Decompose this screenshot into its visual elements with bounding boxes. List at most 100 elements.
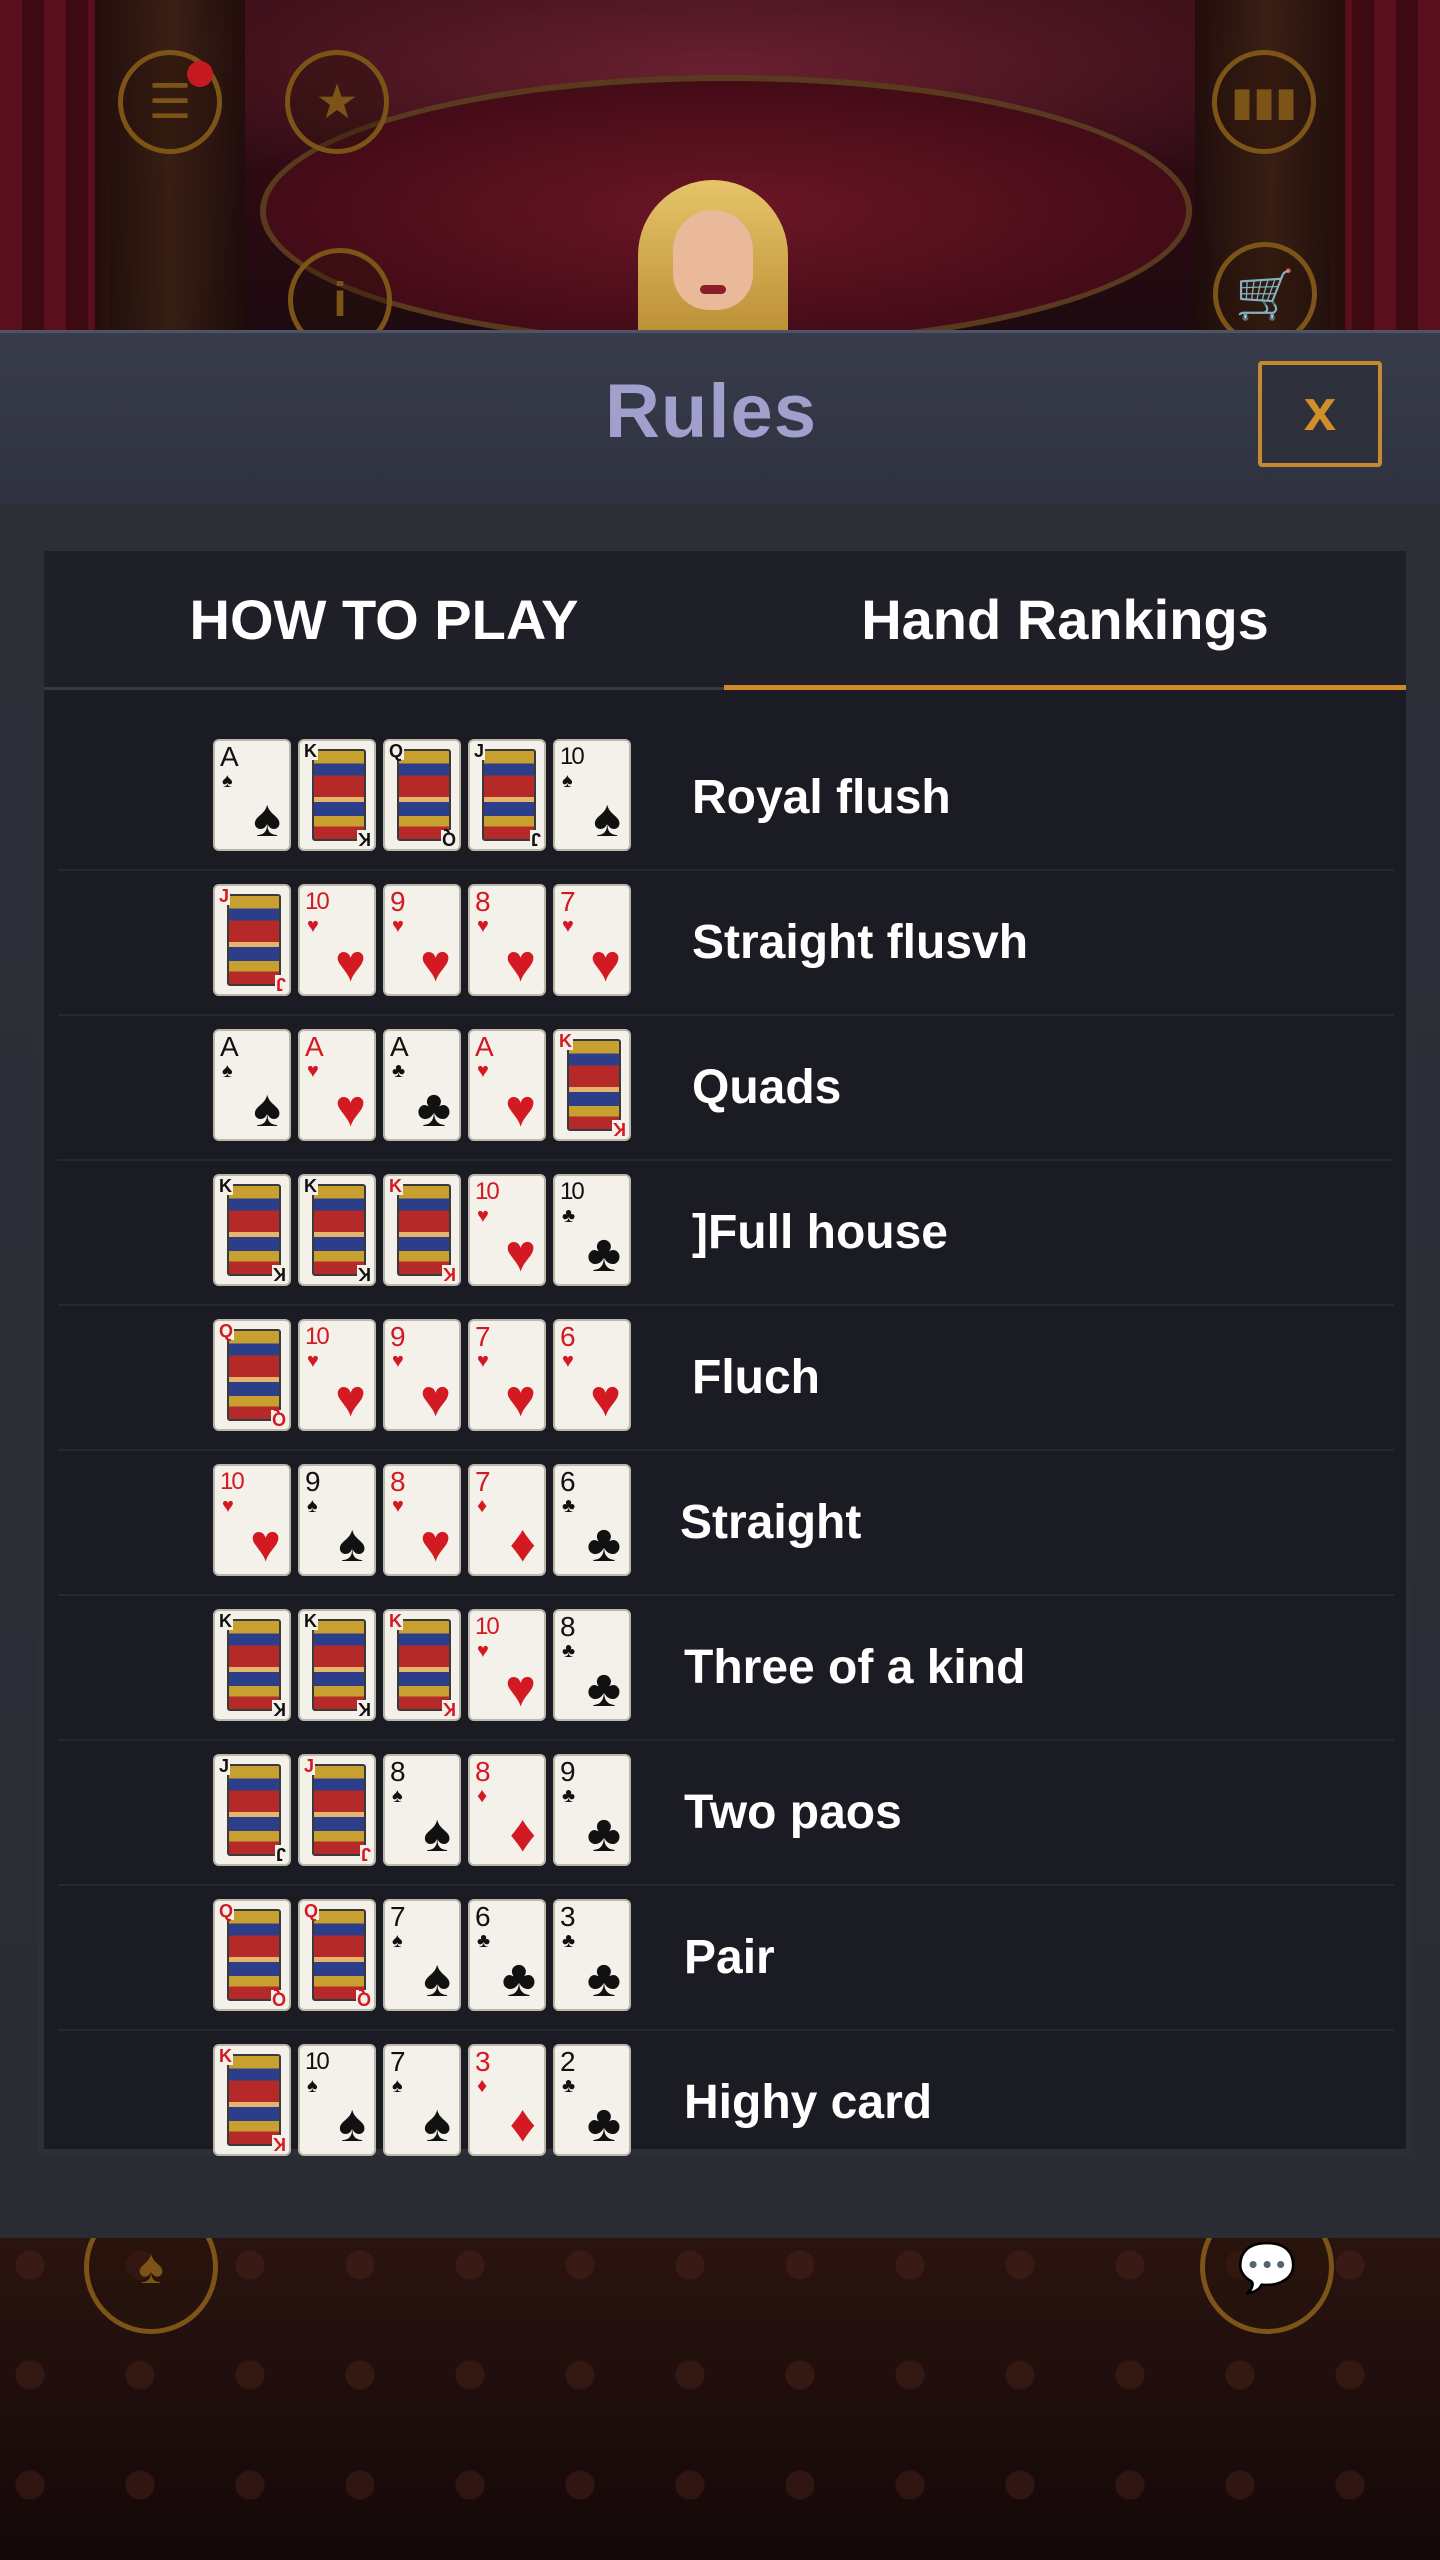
card-suit-icon: ♥ [505,1080,536,1138]
playing-card: 10 ♠ ♠ [553,739,631,851]
face-card-portrait [397,1619,451,1711]
playing-card: JJ [468,739,546,851]
face-card-portrait [312,1764,366,1856]
card-suit-icon: ♥ [505,1660,536,1718]
playing-card: 3 ♣ ♣ [553,1899,631,2011]
card-suit-small: ♠ [392,1930,403,1952]
card-rank: A [475,1031,494,1062]
hand-row: J J J J 8 ♠ ♠ 8 ♦ ♦ 9 ♣ ♣ Two paos [58,1741,1394,1886]
card-suit-small: ♥ [562,915,574,937]
playing-card: 7 ♥ ♥ [553,884,631,996]
close-button[interactable]: x [1258,361,1382,467]
card-rank: K [218,1176,233,1196]
card-suit-icon: ♣ [586,1950,621,2008]
card-rank: 10 [305,2048,330,2075]
card-rank: 8 [390,1466,406,1497]
playing-card: 8 ♠ ♠ [383,1754,461,1866]
card-rank-bottom: K [272,2134,287,2154]
card-suit-icon: ♣ [586,1225,621,1283]
card-suit-icon: ♥ [590,935,621,993]
card-rank-bottom: K [357,1699,372,1719]
card-rank-bottom: Q [440,829,457,849]
stats-button[interactable]: ▮▮▮ [1212,50,1316,154]
cart-icon: 🛒 [1235,268,1295,322]
playing-card: 9 ♥ ♥ [383,1319,461,1431]
playing-card: KK [213,1609,291,1721]
playing-card: QQ [298,1899,376,2011]
playing-card: KK [383,1174,461,1286]
card-rank: A [220,741,239,772]
hand-name: Fluch [692,1351,820,1404]
playing-card: JJ [298,1754,376,1866]
cards-icon: ♠ [138,2240,164,2294]
card-rank-bottom: J [274,1844,287,1864]
card-suit-small: ♥ [222,1495,234,1517]
card-suit-icon: ♦ [509,1515,536,1573]
card-suit-small: ♣ [392,1060,406,1082]
playing-card: A ♠ ♠ [213,739,291,851]
playing-card: JJ [213,884,291,996]
card-suit-icon: ♣ [501,1950,536,2008]
playing-card: A ♣ ♣ [383,1029,461,1141]
card-rank-bottom: Q [270,1409,287,1429]
tab-hand-rankings[interactable]: Hand Rankings [724,551,1406,690]
card-suit-small: ♦ [477,1495,488,1517]
card-rank: K [303,741,318,761]
bookmark-button[interactable]: ★ [285,50,389,154]
playing-card: 10 ♥ ♥ [468,1609,546,1721]
playing-card: KK [213,1174,291,1286]
card-rank: K [388,1176,403,1196]
hand-cards: Q Q 10 ♥ ♥ 9 ♥ ♥ 7 ♥ ♥ 6 ♥ ♥ [213,1319,631,1435]
card-rank-bottom: K [442,1699,457,1719]
playing-card: 8 ♦ ♦ [468,1754,546,1866]
card-suit-icon: ♠ [253,790,281,848]
menu-icon: ☰ [148,76,192,129]
card-rank: 9 [390,1321,406,1352]
playing-card: 6 ♥ ♥ [553,1319,631,1431]
card-suit-small: ♥ [477,1640,489,1662]
card-suit-small: ♥ [477,1060,489,1082]
card-suit-small: ♣ [562,1930,576,1952]
card-rank: K [218,1611,233,1631]
playing-card: KK [213,2044,291,2156]
hand-row: Q Q Q Q 7 ♠ ♠ 6 ♣ ♣ 3 ♣ ♣ Pair [58,1886,1394,2031]
card-rank: Q [303,1901,320,1921]
card-rank: Q [218,1321,235,1341]
playing-card: 7 ♥ ♥ [468,1319,546,1431]
hand-name: Two paos [684,1786,902,1839]
hand-row: J J 10 ♥ ♥ 9 ♥ ♥ 8 ♥ ♥ 7 ♥ ♥ Straight flusvh [58,871,1394,1016]
card-rank: K [558,1031,573,1051]
stats-icon: ▮▮▮ [1230,80,1298,124]
card-rank-bottom: Q [355,1989,372,2009]
rules-modal: Rules x HOW TO PLAY Hand Rankings A ♠ ♠ K K Q… [0,330,1440,2238]
menu-button[interactable]: ☰ [118,50,222,154]
dealer-avatar [628,180,798,340]
playing-card: JJ [213,1754,291,1866]
face-card-portrait [227,2054,281,2146]
hand-row: A ♠ ♠ K K Q Q J J 10 ♠ ♠ Royal flush [58,726,1394,871]
card-suit-icon: ♥ [250,1515,281,1573]
face-card-portrait [312,1619,366,1711]
card-rank: 7 [560,886,576,917]
card-suit-icon: ♠ [253,1080,281,1138]
card-rank: 6 [560,1321,576,1352]
face-card-portrait [312,1184,366,1276]
card-suit-icon: ♥ [420,935,451,993]
playing-card: 10 ♠ ♠ [298,2044,376,2156]
hand-row: K K K K K K 10 ♥ ♥ 8 ♣ ♣ Three of a kind [58,1596,1394,1741]
card-suit-small: ♥ [307,915,319,937]
hand-name: Pair [684,1931,775,1984]
card-suit-small: ♥ [307,1060,319,1082]
playing-card: 10 ♣ ♣ [553,1174,631,1286]
tab-how-to-play[interactable]: HOW TO PLAY [44,551,724,687]
hand-name: Three of a kind [684,1641,1026,1694]
card-rank: J [218,886,231,906]
card-rank: 7 [390,1901,406,1932]
hand-cards: A ♠ ♠ K K Q Q J J 10 ♠ ♠ [213,739,631,855]
hand-cards: K K 10 ♠ ♠ 7 ♠ ♠ 3 ♦ ♦ 2 ♣ ♣ [213,2044,631,2160]
hand-cards: K K K K K K 10 ♥ ♥ 10 ♣ ♣ [213,1174,631,1290]
card-suit-icon: ♥ [420,1370,451,1428]
rules-panel: HOW TO PLAY Hand Rankings A ♠ ♠ K K Q Q J J 10 ♠ ♠ R… [38,545,1412,2156]
tab-bar: HOW TO PLAY Hand Rankings [44,551,1406,690]
playing-card: QQ [213,1319,291,1431]
